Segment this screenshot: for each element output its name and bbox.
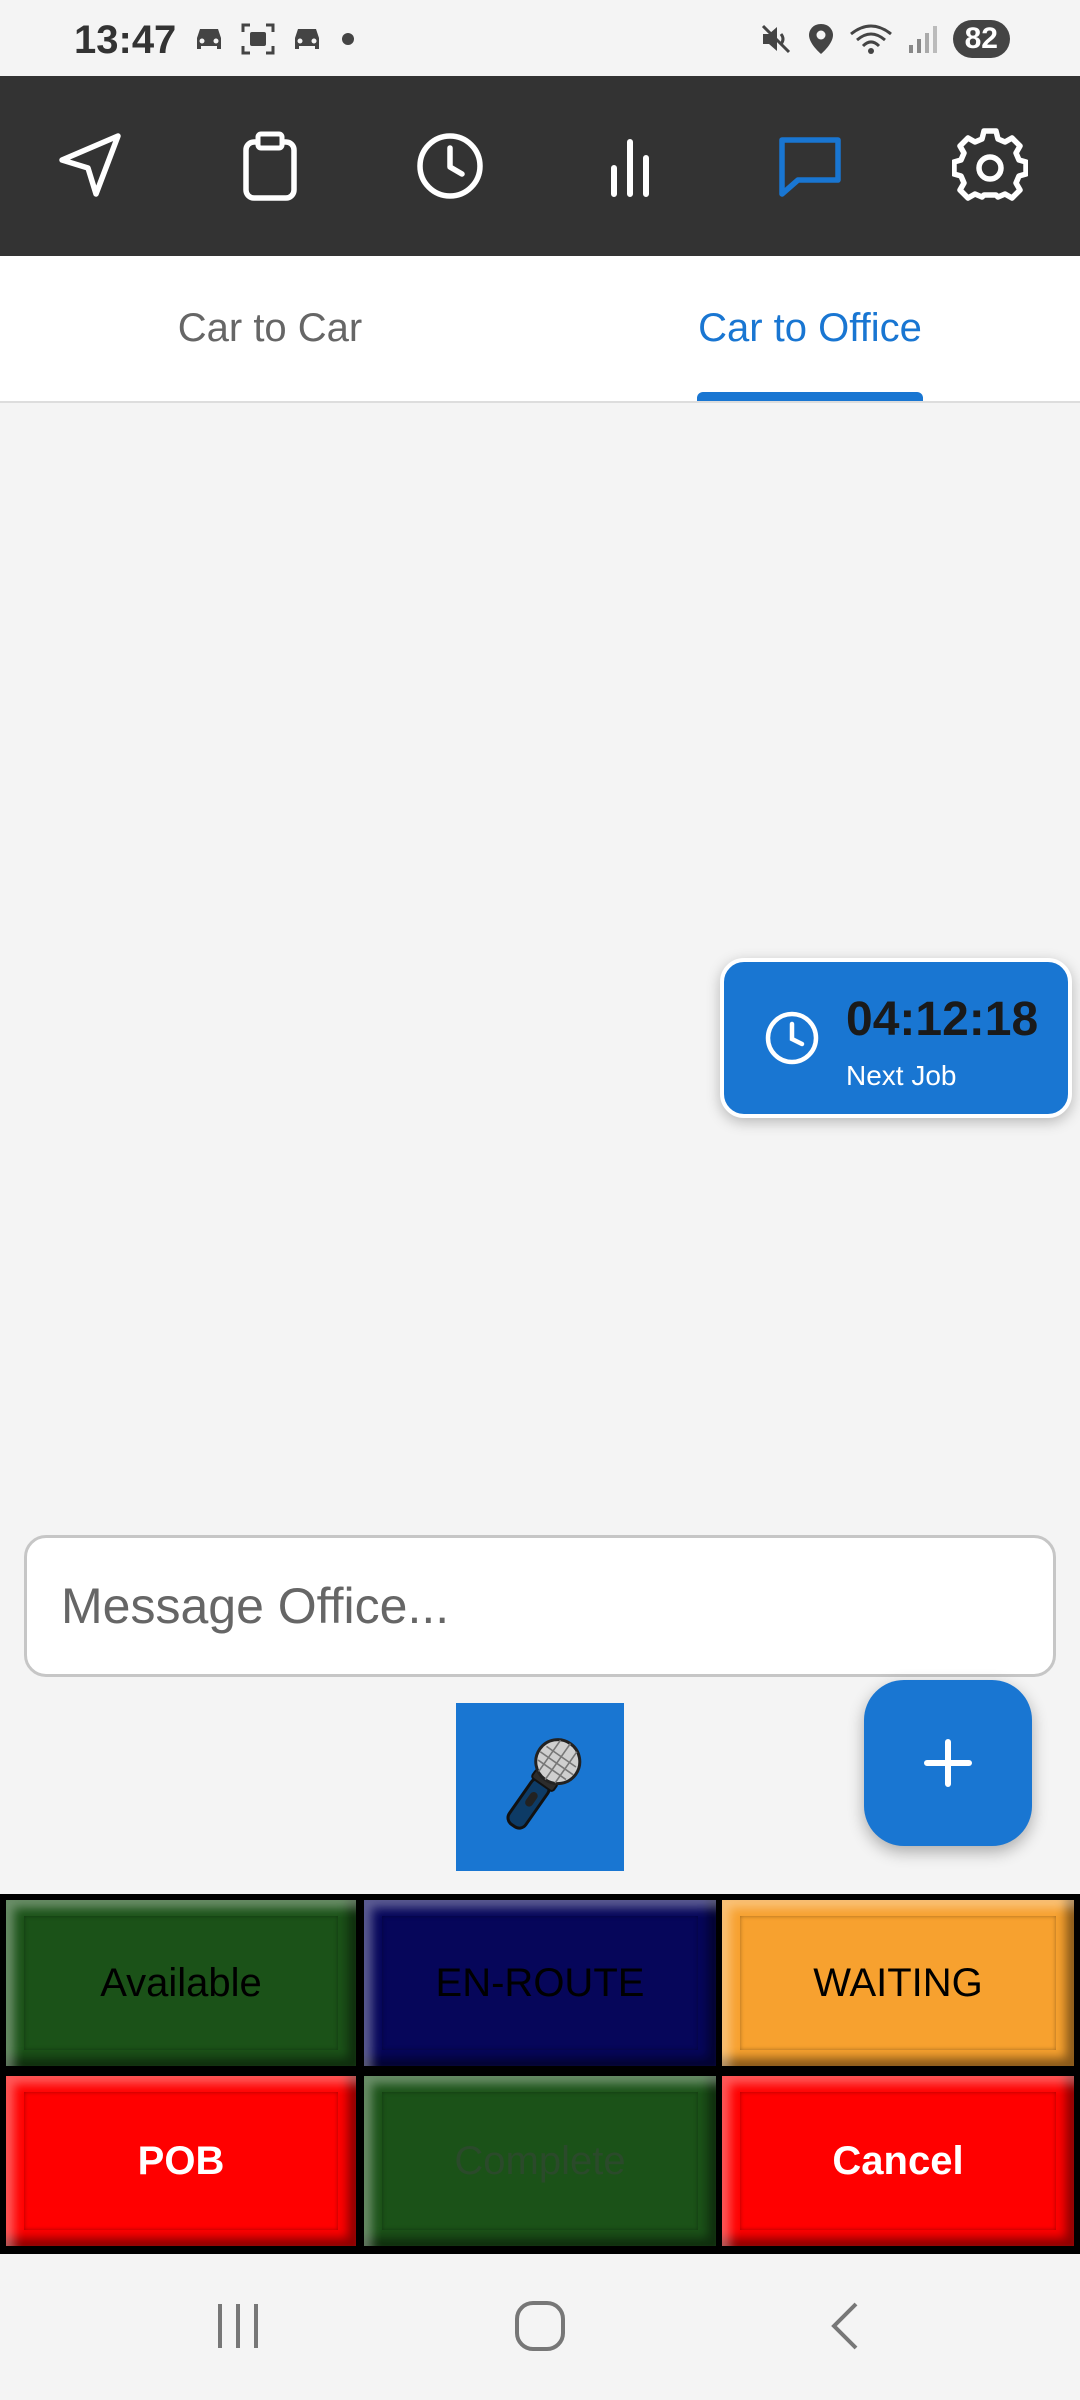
status-button-grid: Available EN-ROUTE WAITING POB Complete … bbox=[0, 1894, 1080, 2254]
status-button-label: WAITING bbox=[813, 1960, 983, 2005]
tab-label: Car to Car bbox=[177, 306, 363, 350]
status-button-label: Cancel bbox=[832, 2138, 964, 2183]
timer-label: Next Job bbox=[846, 1060, 957, 1091]
dot-icon bbox=[342, 33, 354, 45]
nav-jobs-button[interactable] bbox=[180, 76, 360, 256]
microphone-icon bbox=[506, 1738, 582, 1830]
status-available-button[interactable]: Available bbox=[6, 1900, 356, 2066]
status-button-label: Complete bbox=[454, 2138, 626, 2183]
timer-value: 04:12:18 bbox=[846, 993, 1039, 1046]
car-icon bbox=[295, 29, 319, 49]
nav-stats-button[interactable] bbox=[540, 76, 720, 256]
status-time: 13:47 bbox=[74, 18, 177, 62]
tab-car-to-car[interactable]: Car to Car bbox=[0, 256, 540, 401]
top-nav bbox=[0, 76, 1080, 256]
battery-indicator: 82 bbox=[952, 20, 1010, 58]
nav-history-button[interactable] bbox=[360, 76, 540, 256]
recent-apps-icon[interactable] bbox=[212, 2300, 264, 2352]
status-complete-button[interactable]: Complete bbox=[364, 2076, 716, 2246]
active-tab-indicator bbox=[697, 392, 923, 401]
status-waiting-button[interactable]: WAITING bbox=[722, 1900, 1074, 2066]
tab-car-to-office[interactable]: Car to Office bbox=[540, 256, 1080, 401]
clock-icon bbox=[765, 1011, 819, 1065]
bar-chart-icon bbox=[611, 139, 649, 197]
screenshot-icon bbox=[241, 23, 275, 55]
message-icon bbox=[779, 137, 841, 197]
nav-messages-button[interactable] bbox=[720, 76, 900, 256]
status-button-label: EN-ROUTE bbox=[435, 1960, 645, 2005]
clipboard-icon bbox=[243, 131, 297, 201]
plus-icon bbox=[924, 1739, 972, 1787]
nav-settings-button[interactable] bbox=[900, 76, 1080, 256]
add-button[interactable] bbox=[864, 1680, 1032, 1846]
status-button-label: POB bbox=[137, 2138, 225, 2183]
mute-icon bbox=[761, 24, 790, 54]
back-icon[interactable] bbox=[820, 2300, 872, 2352]
status-bar: 13:47 82 bbox=[0, 0, 1080, 76]
home-icon[interactable] bbox=[512, 2298, 568, 2354]
wifi-icon bbox=[849, 24, 892, 54]
car-icon bbox=[197, 29, 221, 49]
voice-record-button[interactable] bbox=[456, 1703, 624, 1871]
signal-icon bbox=[908, 26, 937, 53]
tab-label: Car to Office bbox=[698, 306, 922, 350]
message-tabs: Car to Car Car to Office bbox=[0, 256, 1080, 403]
next-job-timer[interactable]: 04:12:18 Next Job bbox=[720, 958, 1072, 1118]
nav-navigation-button[interactable] bbox=[0, 76, 180, 256]
clock-icon bbox=[417, 133, 483, 199]
status-button-label: Available bbox=[100, 1960, 262, 2005]
status-en-route-button[interactable]: EN-ROUTE bbox=[364, 1900, 716, 2066]
location-icon bbox=[808, 24, 833, 54]
message-input[interactable] bbox=[24, 1535, 1056, 1677]
system-nav-bar bbox=[0, 2254, 1080, 2400]
navigation-arrow-icon bbox=[59, 133, 121, 197]
status-cancel-button[interactable]: Cancel bbox=[722, 2076, 1074, 2246]
gear-icon bbox=[952, 128, 1028, 201]
status-pob-button[interactable]: POB bbox=[6, 2076, 356, 2246]
